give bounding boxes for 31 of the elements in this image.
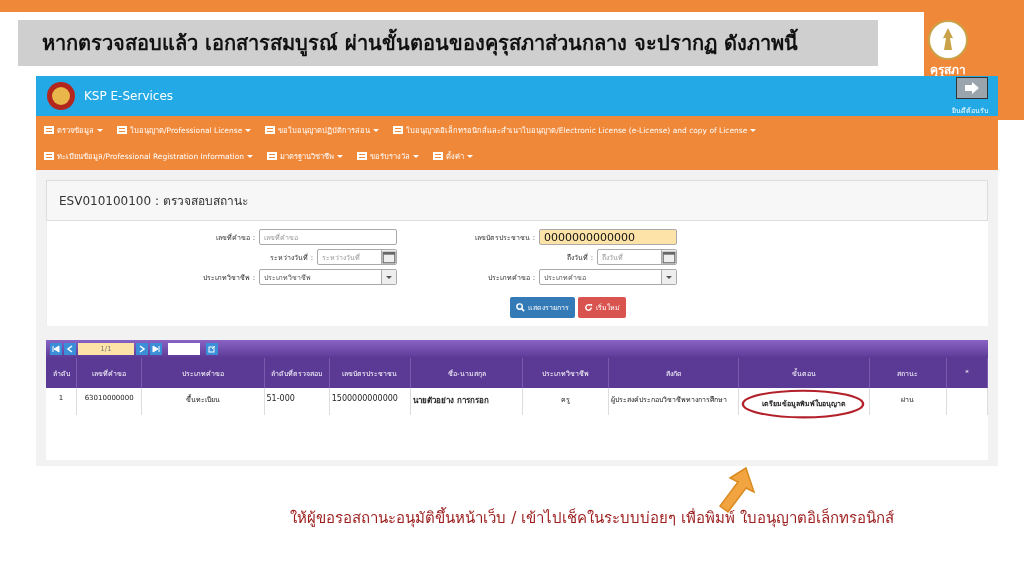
list-icon — [117, 126, 127, 134]
list-icon — [44, 126, 54, 134]
exit-icon — [964, 80, 980, 95]
logout-button[interactable] — [956, 76, 988, 99]
list-icon — [267, 152, 277, 160]
search-icon — [515, 303, 525, 312]
last-page-button[interactable] — [150, 343, 162, 355]
calendar-icon[interactable] — [661, 250, 676, 264]
first-page-button[interactable] — [50, 343, 62, 355]
list-icon — [357, 152, 367, 160]
page-size-field[interactable] — [168, 343, 200, 355]
table-cell: 51-000 — [266, 394, 295, 403]
refresh-icon — [583, 303, 593, 312]
next-page-button[interactable] — [136, 343, 148, 355]
input-field[interactable]: 0000000000000 — [539, 229, 677, 245]
emblem-icon — [46, 81, 76, 111]
list-icon — [44, 152, 54, 160]
export-button[interactable] — [206, 343, 218, 355]
emblem-icon — [928, 20, 968, 60]
table-cell: นายตัวอย่าง การกรอก — [413, 396, 490, 405]
slide-caption: ให้ผู้ขอรอสถานะอนุมัติขึ้นหน้าเว็บ / เข้าไปเช็คในระบบบ่อยๆ เพื่อพิมพ์ ใบอนุญาตอิเล็กทรอนิกส์ — [289, 506, 895, 530]
page-title: ESV010100100 : ตรวจสอบสถานะ — [46, 180, 988, 221]
list-icon — [433, 152, 443, 160]
brand-name: KSP E-Services — [84, 89, 174, 103]
previous-page-button[interactable] — [64, 343, 76, 355]
calendar-icon[interactable] — [381, 250, 396, 264]
list-icon — [393, 126, 404, 134]
logo-text: คุรุสภา — [930, 62, 966, 79]
slide-title: หากตรวจสอบแล้ว เอกสารสมบูรณ์ ผ่านขั้นตอนของคุรุสภาส่วนกลาง จะปรากฏ ดังภาพนี้ — [18, 20, 878, 66]
table-cell: 1500000000000 — [331, 394, 398, 403]
list-icon — [265, 126, 276, 134]
